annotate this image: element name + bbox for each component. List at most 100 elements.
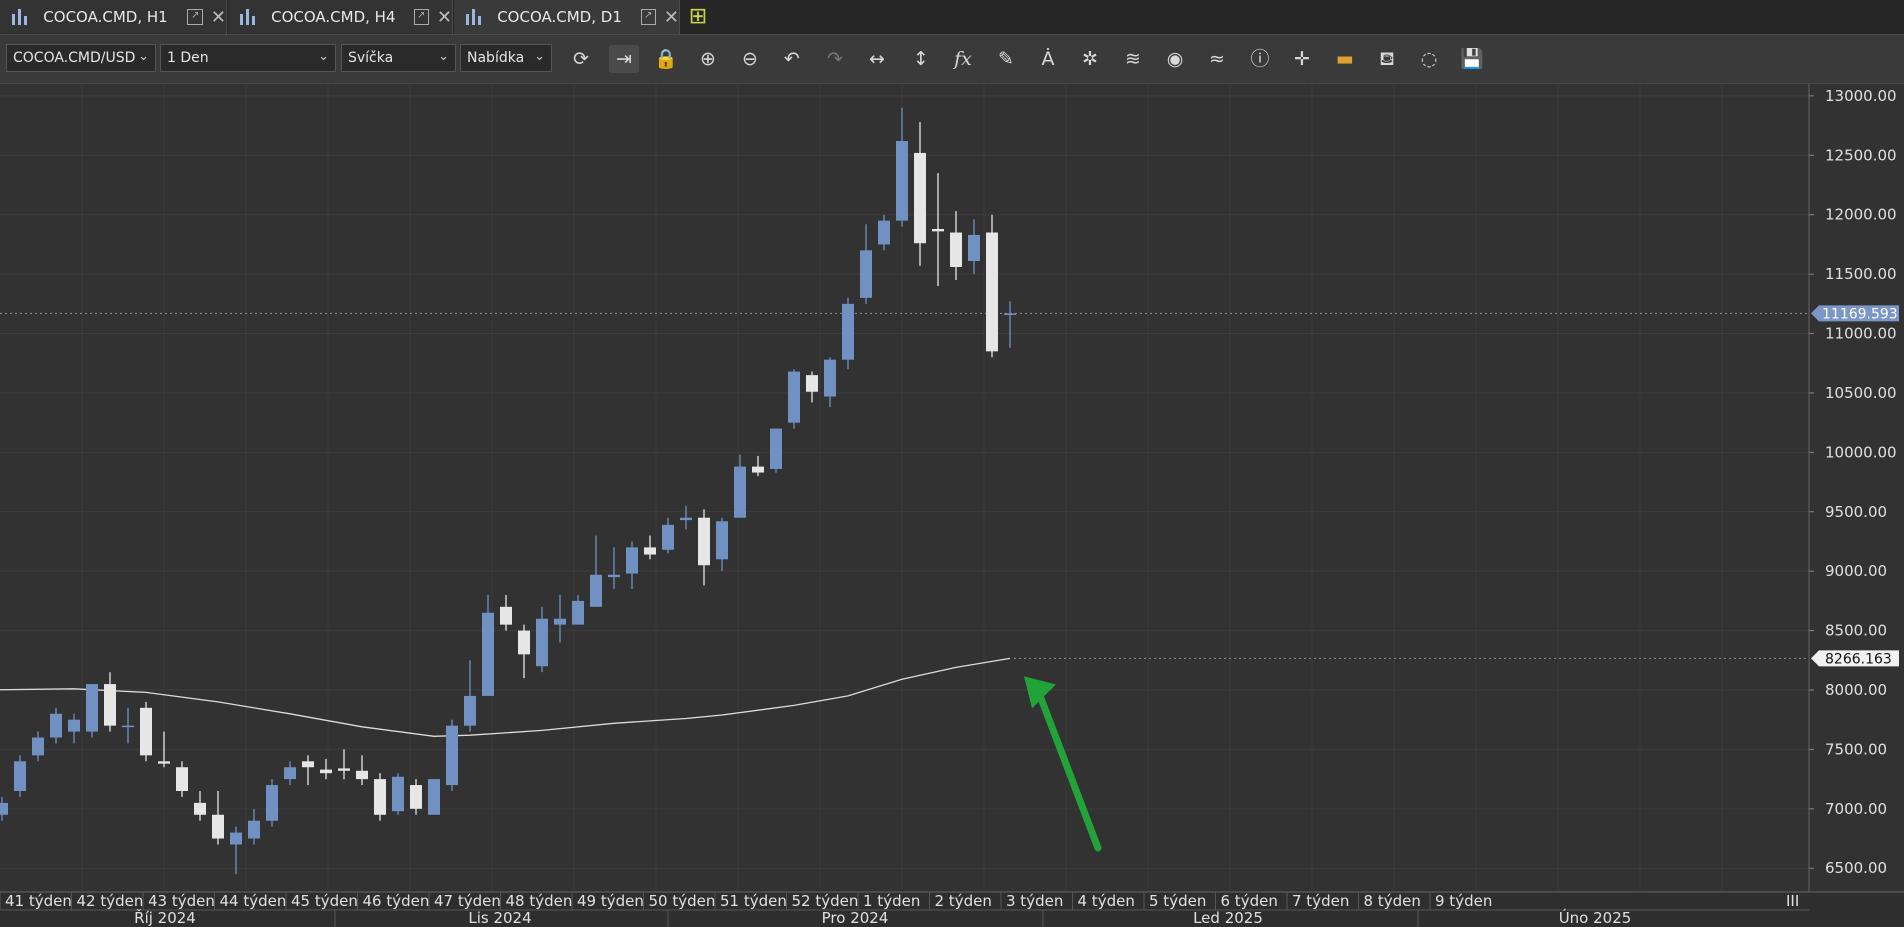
candle bbox=[86, 684, 98, 738]
candle-body bbox=[176, 767, 188, 791]
chevron-down-icon: ⌄ bbox=[438, 49, 449, 64]
y-tick-label: 11000.00 bbox=[1825, 325, 1897, 343]
candle-body bbox=[716, 521, 728, 560]
corner-label: III bbox=[1786, 892, 1799, 910]
candle-body bbox=[518, 630, 530, 655]
candle-body bbox=[914, 152, 926, 244]
zoom-out-icon[interactable]: ⊖ bbox=[735, 45, 765, 73]
x-month-label: Říj 2024 bbox=[134, 908, 196, 927]
new-chart-tab-icon[interactable]: ⊞ bbox=[686, 5, 710, 29]
close-icon[interactable]: ✕ bbox=[437, 7, 452, 28]
popout-icon[interactable]: ↗ bbox=[640, 9, 656, 25]
candle-body bbox=[572, 600, 584, 625]
y-tick-label: 9000.00 bbox=[1825, 562, 1887, 580]
candle-body bbox=[212, 814, 224, 839]
chart-type-value: Svíčka bbox=[348, 50, 394, 66]
x-week-label: 49 týden bbox=[577, 892, 644, 910]
close-icon[interactable]: ✕ bbox=[664, 7, 679, 28]
timeframe-select[interactable]: 1 Den ⌄ bbox=[160, 44, 336, 72]
x-week-label: 48 týden bbox=[506, 892, 573, 910]
x-week-label: 1 týden bbox=[863, 892, 920, 910]
candle bbox=[14, 755, 26, 797]
y-tick-label: 6500.00 bbox=[1825, 859, 1887, 877]
candle-body bbox=[734, 466, 746, 518]
x-week-label: 8 týden bbox=[1364, 892, 1421, 910]
pencil-icon[interactable]: ✎ bbox=[991, 45, 1021, 73]
timeframe-value: 1 Den bbox=[167, 50, 209, 66]
candlestick-icon bbox=[240, 9, 257, 25]
popout-icon[interactable]: ↗ bbox=[187, 9, 203, 25]
candle-body bbox=[446, 725, 458, 786]
lock-icon[interactable]: 🔒 bbox=[651, 45, 681, 73]
y-tick-label: 11500.00 bbox=[1825, 265, 1897, 283]
info-icon[interactable]: ⓘ bbox=[1245, 45, 1275, 73]
candle bbox=[842, 297, 854, 370]
tab-cocoa-h4[interactable]: COCOA.CMD, H4 ↗ ✕ bbox=[228, 0, 453, 34]
tab-label: COCOA.CMD, D1 bbox=[497, 8, 622, 26]
candle-body bbox=[752, 466, 764, 473]
eye-icon[interactable]: ◉ bbox=[1160, 45, 1190, 73]
candle-body bbox=[140, 707, 152, 756]
zoom-in-icon[interactable]: ⊕ bbox=[693, 45, 723, 73]
redo-icon[interactable]: ↷ bbox=[820, 45, 850, 73]
current-price-label: 11169.593 bbox=[1822, 306, 1898, 322]
candle-body bbox=[194, 802, 206, 815]
candle-body bbox=[554, 618, 566, 625]
y-tick-label: 10000.00 bbox=[1825, 443, 1897, 461]
y-tick-label: 13000.00 bbox=[1825, 87, 1897, 105]
candle-body bbox=[500, 606, 512, 625]
symbol-select[interactable]: COCOA.CMD/USD ⌄ bbox=[6, 44, 156, 72]
price-type-select[interactable]: Nabídka ⌄ bbox=[460, 44, 552, 72]
heatmap-icon[interactable]: ▬ bbox=[1330, 45, 1360, 73]
ma-value-label: 8266.163 bbox=[1825, 651, 1892, 667]
candle bbox=[788, 369, 800, 429]
undo-icon[interactable]: ↶ bbox=[777, 45, 807, 73]
candle-body bbox=[356, 770, 368, 780]
candle bbox=[428, 779, 440, 815]
tab-bar: COCOA.CMD, H1 ↗ ✕ COCOA.CMD, H4 ↗ ✕ COCO… bbox=[0, 0, 1904, 35]
paint-bucket-icon[interactable]: ⛾ bbox=[1372, 45, 1402, 73]
chart-type-select[interactable]: Svíčka ⌄ bbox=[341, 44, 456, 72]
y-tick-label: 12500.00 bbox=[1825, 146, 1897, 164]
popout-icon[interactable]: ↗ bbox=[413, 9, 429, 25]
x-month-label: Led 2025 bbox=[1193, 909, 1263, 927]
save-icon[interactable]: 💾 bbox=[1457, 45, 1487, 73]
crosshair-icon[interactable]: ✛ bbox=[1287, 45, 1317, 73]
x-week-label: 7 týden bbox=[1292, 892, 1349, 910]
layers-icon[interactable]: ≋ bbox=[1118, 45, 1148, 73]
x-month-label: Lis 2024 bbox=[468, 909, 531, 927]
candle-body bbox=[644, 547, 656, 555]
objects-icon[interactable]: ✲ bbox=[1075, 45, 1105, 73]
signal-icon[interactable]: ≈ bbox=[1202, 45, 1232, 73]
refresh-icon[interactable]: ⟳ bbox=[566, 45, 596, 73]
candle-body bbox=[842, 303, 854, 360]
candle bbox=[986, 214, 998, 358]
x-week-label: 51 týden bbox=[720, 892, 787, 910]
vertical-scale-icon[interactable]: ↕ bbox=[906, 45, 936, 73]
candle-body bbox=[428, 779, 440, 815]
price-chart[interactable]: 6500.00 7000.00 7500.00 8000.00 8500.00 9000.… bbox=[0, 84, 1904, 927]
tab-cocoa-d1[interactable]: COCOA.CMD, D1 ↗ ✕ bbox=[454, 0, 680, 34]
candle-body bbox=[338, 768, 350, 771]
close-icon[interactable]: ✕ bbox=[211, 7, 226, 28]
candle-body bbox=[14, 761, 26, 791]
horizontal-scale-icon[interactable]: ↔ bbox=[862, 45, 892, 73]
tab-cocoa-h1[interactable]: COCOA.CMD, H1 ↗ ✕ bbox=[0, 0, 227, 34]
x-week-label: 47 týden bbox=[434, 892, 501, 910]
x-week-label: 3 týden bbox=[1006, 892, 1063, 910]
candle-body bbox=[320, 769, 332, 774]
candle-body bbox=[374, 779, 386, 815]
x-week-label: 2 týden bbox=[935, 892, 992, 910]
sync-icon[interactable]: ◌ bbox=[1414, 45, 1444, 73]
chevron-down-icon: ⌄ bbox=[318, 49, 329, 64]
candle-body bbox=[860, 250, 872, 298]
text-tool-icon[interactable]: Ȧ bbox=[1033, 45, 1063, 73]
chevron-down-icon: ⌄ bbox=[534, 49, 545, 64]
x-week-label: 52 týden bbox=[792, 892, 859, 910]
indicators-fx-icon[interactable]: fx bbox=[948, 45, 978, 73]
candle-body bbox=[392, 776, 404, 812]
candle-body bbox=[896, 141, 908, 221]
y-tick-label: 8500.00 bbox=[1825, 622, 1887, 640]
auto-scroll-icon[interactable]: ⇥ bbox=[609, 45, 639, 73]
y-tick-label: 9500.00 bbox=[1825, 503, 1887, 521]
